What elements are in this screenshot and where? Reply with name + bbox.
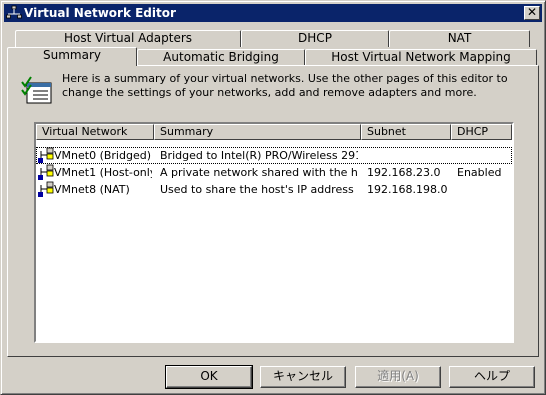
tab-dhcp[interactable]: DHCP <box>241 30 389 47</box>
tab-nat[interactable]: NAT <box>389 30 530 47</box>
window-title: Virtual Network Editor <box>24 6 176 20</box>
tab-host-virtual-network-mapping[interactable]: Host Virtual Network Mapping <box>305 49 537 66</box>
tab-label: Host Virtual Adapters <box>63 31 193 45</box>
ok-button-label: OK <box>200 369 218 383</box>
network-subnet: 192.168.198.0 <box>367 183 448 196</box>
help-button-label: ヘルプ <box>473 369 510 383</box>
help-button[interactable]: ヘルプ <box>449 366 535 388</box>
virtual-network-editor-window: Virtual Network Editor ✕ Host Virtual Ad… <box>0 0 546 395</box>
table-row-vmnet0[interactable]: VMnet0 (Bridged) Bridged to Intel(R) PRO… <box>36 147 512 164</box>
tab-automatic-bridging[interactable]: Automatic Bridging <box>137 49 305 66</box>
column-header-summary[interactable]: Summary <box>154 124 361 140</box>
tab-label: Summary <box>43 48 101 62</box>
network-name: VMnet8 (NAT) <box>54 183 130 196</box>
tab-label: Automatic Bridging <box>163 50 279 64</box>
tab-host-virtual-adapters[interactable]: Host Virtual Adapters <box>15 30 241 47</box>
network-adapter-icon <box>38 164 54 180</box>
apply-button-label: 適用(A) <box>377 369 419 383</box>
table-row-vmnet1[interactable]: VMnet1 (Host-only) A private network sha… <box>36 164 512 181</box>
network-dhcp: Enabled <box>457 166 502 179</box>
close-button[interactable]: ✕ <box>524 5 540 20</box>
network-adapter-icon <box>38 181 54 197</box>
summary-panel: Here is a summary of your virtual networ… <box>7 65 539 357</box>
checklist-icon <box>21 76 52 104</box>
virtual-network-list[interactable]: Virtual Network Summary Subnet DHCP VMne… <box>34 122 514 343</box>
network-name: VMnet0 (Bridged) <box>54 149 151 162</box>
column-header-virtual-network[interactable]: Virtual Network <box>36 124 154 140</box>
tab-label: NAT <box>447 31 472 45</box>
ok-button[interactable]: OK <box>165 365 253 389</box>
network-adapter-icon <box>38 147 54 163</box>
network-subnet: 192.168.23.0 <box>367 166 441 179</box>
title-bar[interactable]: Virtual Network Editor ✕ <box>4 4 542 22</box>
cancel-button-label: キャンセル <box>272 369 333 383</box>
tab-summary[interactable]: Summary <box>7 47 137 66</box>
apply-button[interactable]: 適用(A) <box>355 366 441 388</box>
tab-label: Host Virtual Network Mapping <box>331 50 511 64</box>
tab-label: DHCP <box>298 31 332 45</box>
network-app-icon <box>6 5 22 19</box>
summary-description: Here is a summary of your virtual networ… <box>62 72 508 99</box>
network-summary: Used to share the host's IP address <box>160 183 354 196</box>
network-summary: A private network shared with the host <box>160 166 358 179</box>
network-summary: Bridged to Intel(R) PRO/Wireless 2915A..… <box>160 149 358 162</box>
network-name: VMnet1 (Host-only) <box>54 166 152 179</box>
column-header-subnet[interactable]: Subnet <box>361 124 451 140</box>
close-icon: ✕ <box>526 5 538 19</box>
column-header-dhcp[interactable]: DHCP <box>451 124 512 140</box>
table-row-vmnet8[interactable]: VMnet8 (NAT) Used to share the host's IP… <box>36 181 512 198</box>
cancel-button[interactable]: キャンセル <box>260 366 346 388</box>
